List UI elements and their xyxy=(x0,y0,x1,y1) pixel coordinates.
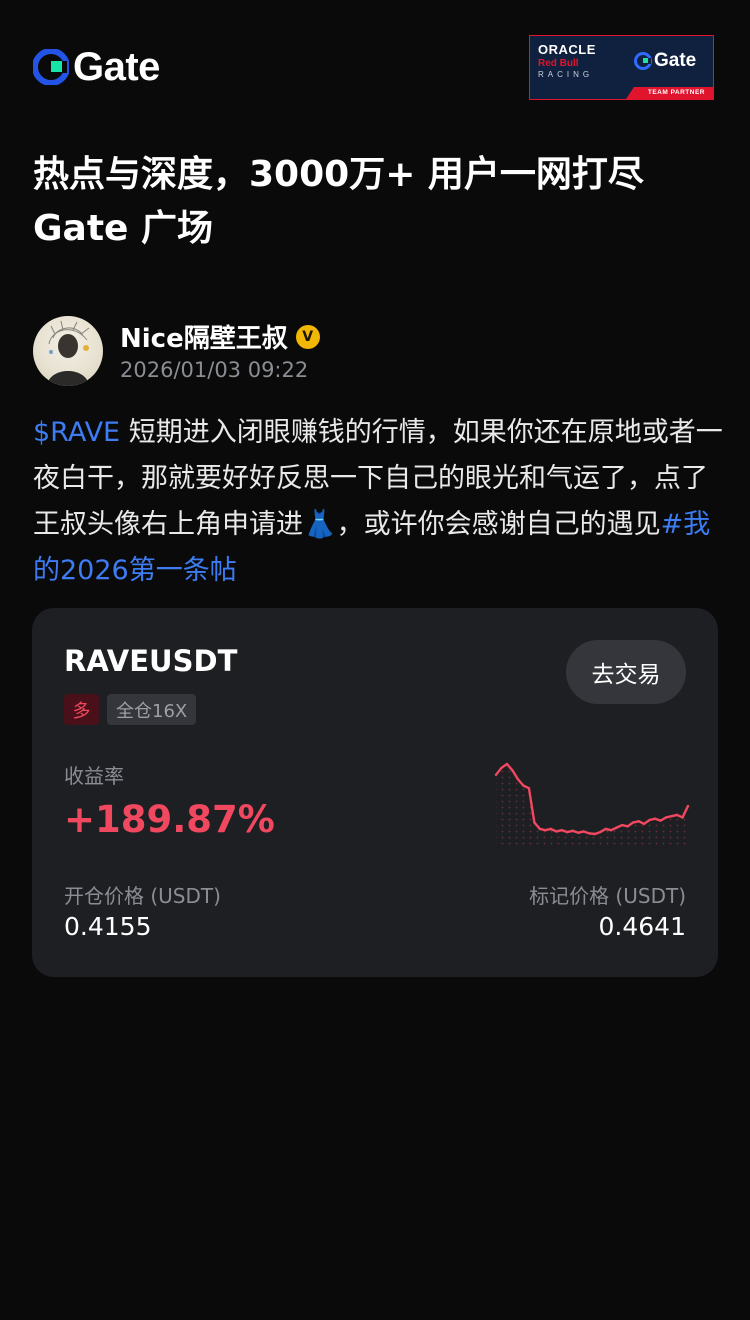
gate-logo[interactable]: Gate xyxy=(33,45,160,89)
post-author: Nice隔壁王叔 V 2026/01/03 09:22 xyxy=(33,316,723,388)
gate-logo-icon xyxy=(33,49,69,85)
partner-brand: Gate xyxy=(654,50,697,71)
post-text: 短期进入闭眼赚钱的行情，如果你还在原地或者一夜白干，那就要好好反思一下自己的眼光… xyxy=(33,417,723,540)
partner-line-1: ORACLE xyxy=(538,42,596,57)
partner-line-2: Red Bull xyxy=(538,58,579,69)
leverage-badge: 全仓16X xyxy=(107,694,197,725)
mark-price-label: 标记价格 (USDT) xyxy=(529,884,686,908)
partner-line-3: RACING xyxy=(538,70,594,79)
sparkline-area xyxy=(496,764,688,848)
verified-badge-icon: V xyxy=(295,324,320,349)
trading-pair: RAVEUSDT xyxy=(64,644,238,678)
pnl-label: 收益率 xyxy=(64,764,124,788)
page-headline: 热点与深度，3000万+ 用户一网打尽 Gate 广场 xyxy=(33,148,723,256)
open-price-value: 0.4155 xyxy=(64,912,152,941)
headline-line-2: Gate 广场 xyxy=(33,208,214,249)
header: Gate ORACLE Red Bull RACING Gate TEAM PA… xyxy=(0,0,750,130)
partner-caption: TEAM PARTNER xyxy=(626,87,713,99)
post-body: $RAVE 短期进入闭眼赚钱的行情，如果你还在原地或者一夜白干，那就要好好反思一… xyxy=(33,410,723,594)
team-partner-badge: ORACLE Red Bull RACING Gate TEAM PARTNER xyxy=(529,35,714,100)
avatar-illustration xyxy=(47,320,90,386)
pnl-value: +189.87% xyxy=(64,798,275,841)
side-badge: 多 xyxy=(64,694,99,725)
logo-text: Gate xyxy=(73,44,160,89)
mark-price-value: 0.4641 xyxy=(598,912,686,941)
headline-line-1: 热点与深度，3000万+ 用户一网打尽 xyxy=(33,154,644,195)
avatar[interactable] xyxy=(33,316,103,386)
open-price-label: 开仓价格 (USDT) xyxy=(64,884,221,908)
partner-gate-mark: Gate xyxy=(634,50,696,72)
partner-team-mark: ORACLE Red Bull RACING xyxy=(538,42,622,79)
price-sparkline xyxy=(494,762,690,848)
ticker-link[interactable]: $RAVE xyxy=(33,417,120,448)
author-name-text: Nice隔壁王叔 xyxy=(120,324,288,354)
author-name[interactable]: Nice隔壁王叔 V xyxy=(120,318,320,355)
gate-logo-icon xyxy=(634,52,652,70)
post-timestamp: 2026/01/03 09:22 xyxy=(120,358,309,382)
position-card[interactable]: RAVEUSDT 去交易 多 全仓16X 收益率 +189.87% 开仓价格 (… xyxy=(32,608,718,977)
go-trade-button[interactable]: 去交易 xyxy=(566,640,686,704)
position-tags: 多 全仓16X xyxy=(64,694,197,725)
